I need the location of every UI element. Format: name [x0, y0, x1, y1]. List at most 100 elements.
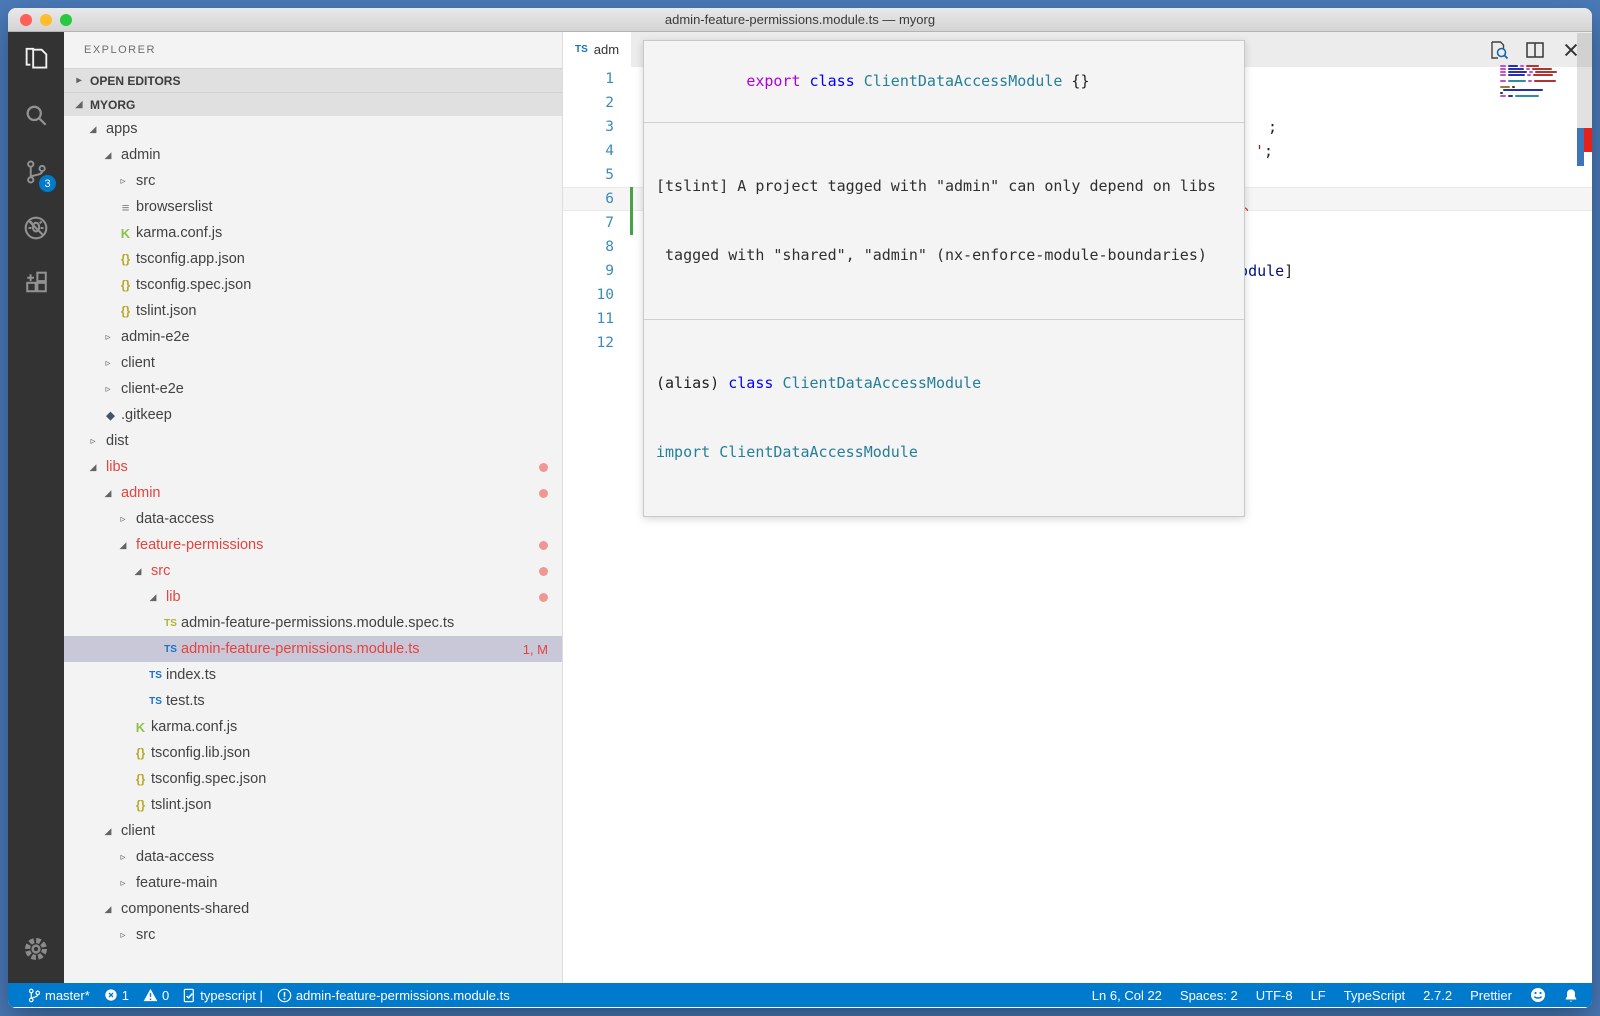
tree-item-label: .gitkeep — [121, 407, 172, 423]
token: ; — [1264, 142, 1273, 160]
tree-item-tsconfig.spec.json[interactable]: {}tsconfig.spec.json — [64, 766, 562, 792]
tree-item-browserslist[interactable]: ≡browserslist — [64, 194, 562, 220]
minimap-seg — [1532, 68, 1552, 70]
minimap-seg — [1508, 80, 1526, 82]
token: class — [728, 374, 782, 392]
status-label: typescript | — [200, 988, 263, 1003]
extensions-icon[interactable] — [8, 256, 64, 312]
typescript-file-icon: TS — [575, 44, 588, 55]
tree-item-tslint.json[interactable]: {}tslint.json — [64, 792, 562, 818]
tab-admin-feature-permissions[interactable]: TS adm — [563, 32, 631, 67]
tree-item-tslint.json[interactable]: {}tslint.json — [64, 298, 562, 324]
close-icon[interactable] — [1558, 37, 1584, 63]
hover-signature: export class ClientDataAccessModule {} — [644, 41, 1244, 122]
tree-item-client[interactable]: ◢client — [64, 818, 562, 844]
minimap[interactable] — [1500, 65, 1568, 100]
tree-item-tsconfig.app.json[interactable]: {}tsconfig.app.json — [64, 246, 562, 272]
minimap-row — [1500, 77, 1568, 79]
status-item-spaces-2[interactable]: Spaces: 2 — [1180, 988, 1238, 1003]
status-label: Spaces: 2 — [1180, 988, 1238, 1003]
status-item[interactable] — [1564, 988, 1578, 1003]
tree-item-dist[interactable]: ▹dist — [64, 428, 562, 454]
status-item-admin-feature-permissions-module-ts[interactable]: admin-feature-permissions.module.ts — [277, 988, 510, 1003]
tree-item-feature-permissions[interactable]: ◢feature-permissions — [64, 532, 562, 558]
tree-item-client[interactable]: ▹client — [64, 350, 562, 376]
tree-item-data-access[interactable]: ▹data-access — [64, 506, 562, 532]
settings-gear-icon[interactable] — [8, 921, 64, 977]
workspace-root-section[interactable]: ◢ MYORG — [64, 92, 562, 116]
tree-item-label: client — [121, 355, 155, 371]
editor-area: TS adm 123;4';56import { Cl — [563, 32, 1592, 983]
ts-blue-icon: TS — [145, 670, 166, 681]
workspace-root-label: MYORG — [90, 98, 135, 112]
minimap-row — [1500, 71, 1568, 73]
status-item-ln-6-col-22[interactable]: Ln 6, Col 22 — [1092, 988, 1162, 1003]
scrollbar[interactable] — [1577, 32, 1592, 983]
tree-item-karma.conf.js[interactable]: Kkarma.conf.js — [64, 714, 562, 740]
debug-icon[interactable] — [8, 200, 64, 256]
tree-item-lib[interactable]: ◢lib — [64, 584, 562, 610]
line-number: 6 — [563, 191, 614, 207]
tree-item-client-e2e[interactable]: ▹client-e2e — [64, 376, 562, 402]
karma-icon: K — [130, 720, 151, 735]
tree-item-tsconfig.lib.json[interactable]: {}tsconfig.lib.json — [64, 740, 562, 766]
status-item-2-7-2[interactable]: 2.7.2 — [1423, 988, 1452, 1003]
tree-item-label: client — [121, 823, 155, 839]
tree-item-src[interactable]: ▹src — [64, 168, 562, 194]
open-preview-icon[interactable] — [1486, 37, 1512, 63]
status-item-0[interactable]: 0 — [143, 988, 169, 1003]
search-icon[interactable] — [8, 88, 64, 144]
chevron-down-icon: ◢ — [145, 592, 161, 603]
problem-badge: 1, M — [523, 642, 548, 657]
minimap-seg — [1500, 92, 1503, 94]
tree-item-admin[interactable]: ◢admin — [64, 142, 562, 168]
split-editor-icon[interactable] — [1522, 37, 1548, 63]
tree-item-admin-feature-permissions.module.spec.ts[interactable]: TSadmin-feature-permissions.module.spec.… — [64, 610, 562, 636]
tree-item-label: test.ts — [166, 693, 205, 709]
tslint-message-line: tagged with "shared", "admin" (nx-enforc… — [656, 244, 1232, 267]
minimap-row — [1500, 95, 1568, 97]
json-icon: {} — [130, 772, 151, 786]
status-item-typescript[interactable]: TypeScript — [1344, 988, 1405, 1003]
open-editors-section[interactable]: ▸ OPEN EDITORS — [64, 68, 562, 92]
source-control-icon[interactable]: 3 — [8, 144, 64, 200]
tree-item-karma.conf.js[interactable]: Kkarma.conf.js — [64, 220, 562, 246]
tree-item-components-shared[interactable]: ◢components-shared — [64, 896, 562, 922]
tree-item-.gitkeep[interactable]: ◆.gitkeep — [64, 402, 562, 428]
tree-item-admin-feature-permissions.module.ts[interactable]: TSadmin-feature-permissions.module.ts1, … — [64, 636, 562, 662]
line-number: 3 — [563, 119, 614, 135]
tree-item-label: feature-permissions — [136, 537, 263, 553]
tree-item-admin-e2e[interactable]: ▹admin-e2e — [64, 324, 562, 350]
status-item-prettier[interactable]: Prettier — [1470, 988, 1512, 1003]
tree-item-feature-main[interactable]: ▹feature-main — [64, 870, 562, 896]
status-item-1[interactable]: 1 — [104, 988, 129, 1003]
window-title: admin-feature-permissions.module.ts — my… — [8, 12, 1592, 27]
status-label: admin-feature-permissions.module.ts — [296, 988, 510, 1003]
tree-item-apps[interactable]: ◢apps — [64, 116, 562, 142]
status-item-master-[interactable]: master* — [28, 988, 90, 1003]
activity-bar: 3 — [8, 32, 64, 983]
chevron-right-icon: ▹ — [115, 176, 131, 187]
tree-item-test.ts[interactable]: TStest.ts — [64, 688, 562, 714]
status-right: Ln 6, Col 22 Spaces: 2 UTF-8 LF TypeScript 2.… — [1074, 987, 1578, 1003]
chevron-down-icon: ◢ — [130, 566, 146, 577]
status-label: LF — [1311, 988, 1326, 1003]
tree-item-data-access[interactable]: ▹data-access — [64, 844, 562, 870]
tree-item-label: admin-feature-permissions.module.spec.ts — [181, 615, 454, 631]
explorer-icon[interactable] — [8, 32, 64, 88]
status-item-typescript-[interactable]: typescript | — [183, 988, 263, 1003]
tree-item-admin[interactable]: ◢admin — [64, 480, 562, 506]
token: ClientDataAccessModule — [864, 72, 1063, 90]
tree-item-src[interactable]: ▹src — [64, 922, 562, 948]
tree-item-label: components-shared — [121, 901, 249, 917]
tree-item-index.ts[interactable]: TSindex.ts — [64, 662, 562, 688]
minimap-seg — [1500, 68, 1506, 70]
minimap-seg — [1527, 74, 1531, 76]
tree-item-tsconfig.spec.json[interactable]: {}tsconfig.spec.json — [64, 272, 562, 298]
status-item-lf[interactable]: LF — [1311, 988, 1326, 1003]
tree-item-src[interactable]: ◢src — [64, 558, 562, 584]
hover-tslint-message: [tslint] A project tagged with "admin" c… — [644, 122, 1244, 319]
tree-item-libs[interactable]: ◢libs — [64, 454, 562, 480]
status-item-utf-8[interactable]: UTF-8 — [1256, 988, 1293, 1003]
status-item[interactable] — [1530, 987, 1546, 1003]
